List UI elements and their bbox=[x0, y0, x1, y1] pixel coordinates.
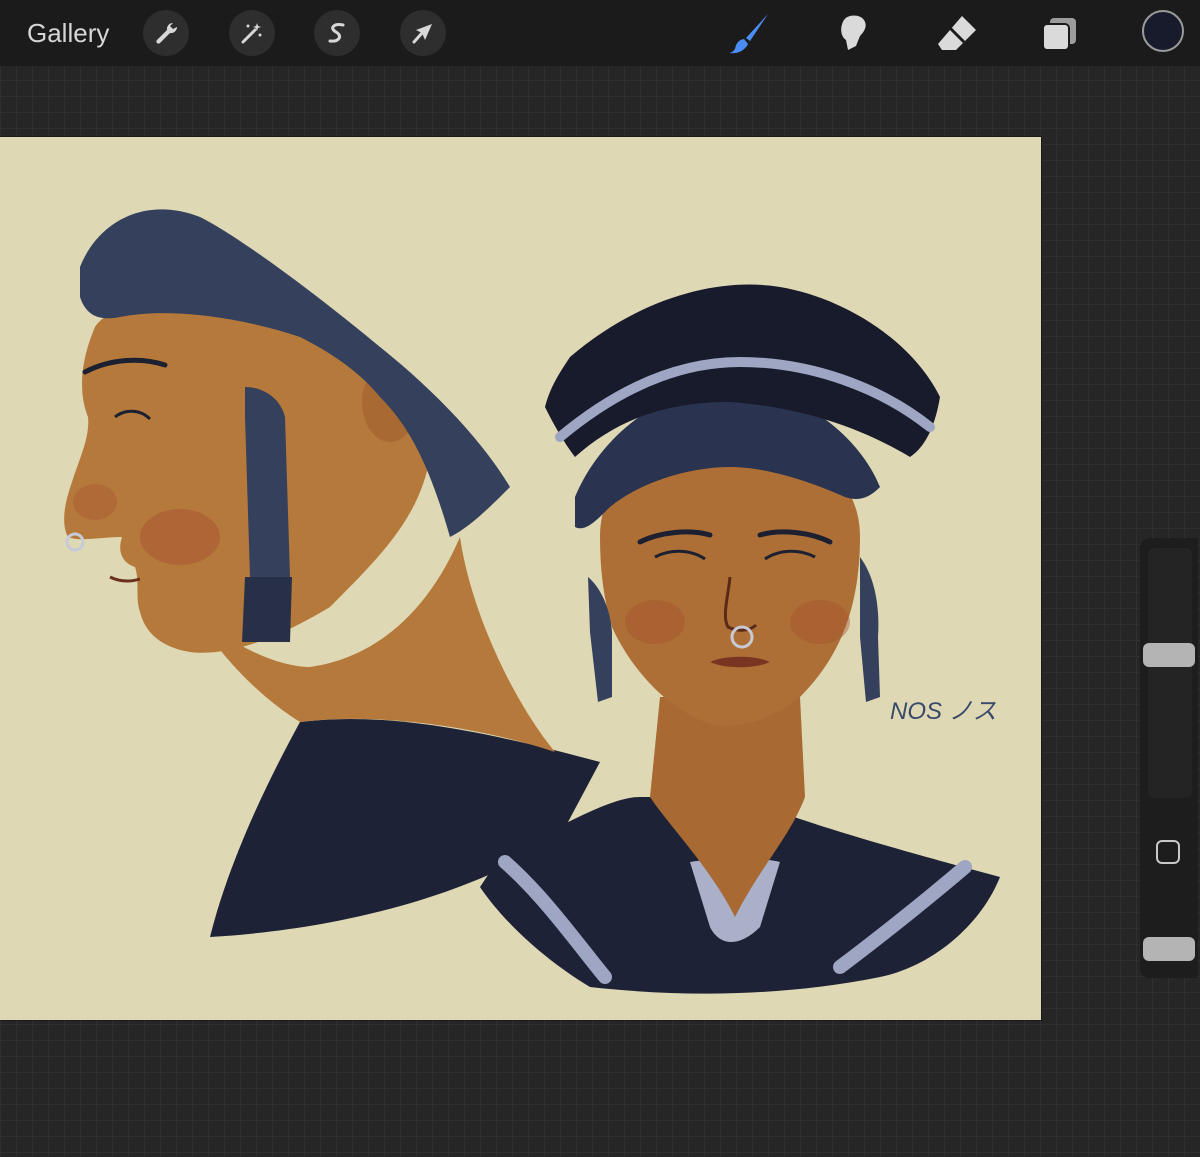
artwork: NOS ノス bbox=[64, 209, 1000, 994]
brush-size-slider[interactable] bbox=[1148, 548, 1192, 798]
adjustments-button[interactable] bbox=[229, 10, 275, 56]
modify-button[interactable] bbox=[1156, 840, 1180, 864]
selection-s-icon bbox=[328, 23, 345, 43]
layers-icon bbox=[1042, 18, 1076, 51]
drawing-canvas[interactable]: NOS ノス bbox=[0, 137, 1041, 1020]
brush-opacity-thumb[interactable] bbox=[1143, 937, 1195, 962]
transform-button[interactable] bbox=[400, 10, 446, 56]
smudge-icon bbox=[841, 15, 866, 50]
wrench-icon bbox=[156, 22, 178, 44]
artist-signature: NOS ノス bbox=[890, 698, 997, 725]
top-toolbar: Gallery bbox=[0, 0, 1200, 66]
right-figure-blush-left bbox=[625, 600, 685, 644]
selection-button[interactable] bbox=[314, 10, 360, 56]
right-figure-braid-right bbox=[860, 557, 880, 702]
gallery-button[interactable]: Gallery bbox=[27, 18, 109, 49]
left-figure-blush bbox=[140, 509, 220, 565]
left-figure-nose-blush bbox=[73, 484, 117, 520]
brush-tool-button[interactable] bbox=[726, 10, 772, 56]
right-figure-blush-right bbox=[790, 600, 850, 644]
magic-wand-icon bbox=[241, 23, 262, 44]
color-swatch-button[interactable] bbox=[1142, 10, 1184, 52]
transform-arrow-icon bbox=[412, 24, 432, 44]
brush-sidebar bbox=[1140, 538, 1198, 978]
smudge-tool-button[interactable] bbox=[830, 10, 876, 56]
layers-button[interactable] bbox=[1037, 10, 1083, 56]
brush-size-thumb[interactable] bbox=[1143, 642, 1195, 667]
actions-button[interactable] bbox=[143, 10, 189, 56]
left-figure-mouth bbox=[109, 575, 141, 583]
left-figure-braid bbox=[245, 387, 290, 587]
left-figure-braid-tip bbox=[242, 577, 292, 642]
brush-icon bbox=[729, 14, 768, 54]
eraser-tool-button[interactable] bbox=[934, 10, 980, 56]
eraser-icon bbox=[938, 16, 976, 50]
